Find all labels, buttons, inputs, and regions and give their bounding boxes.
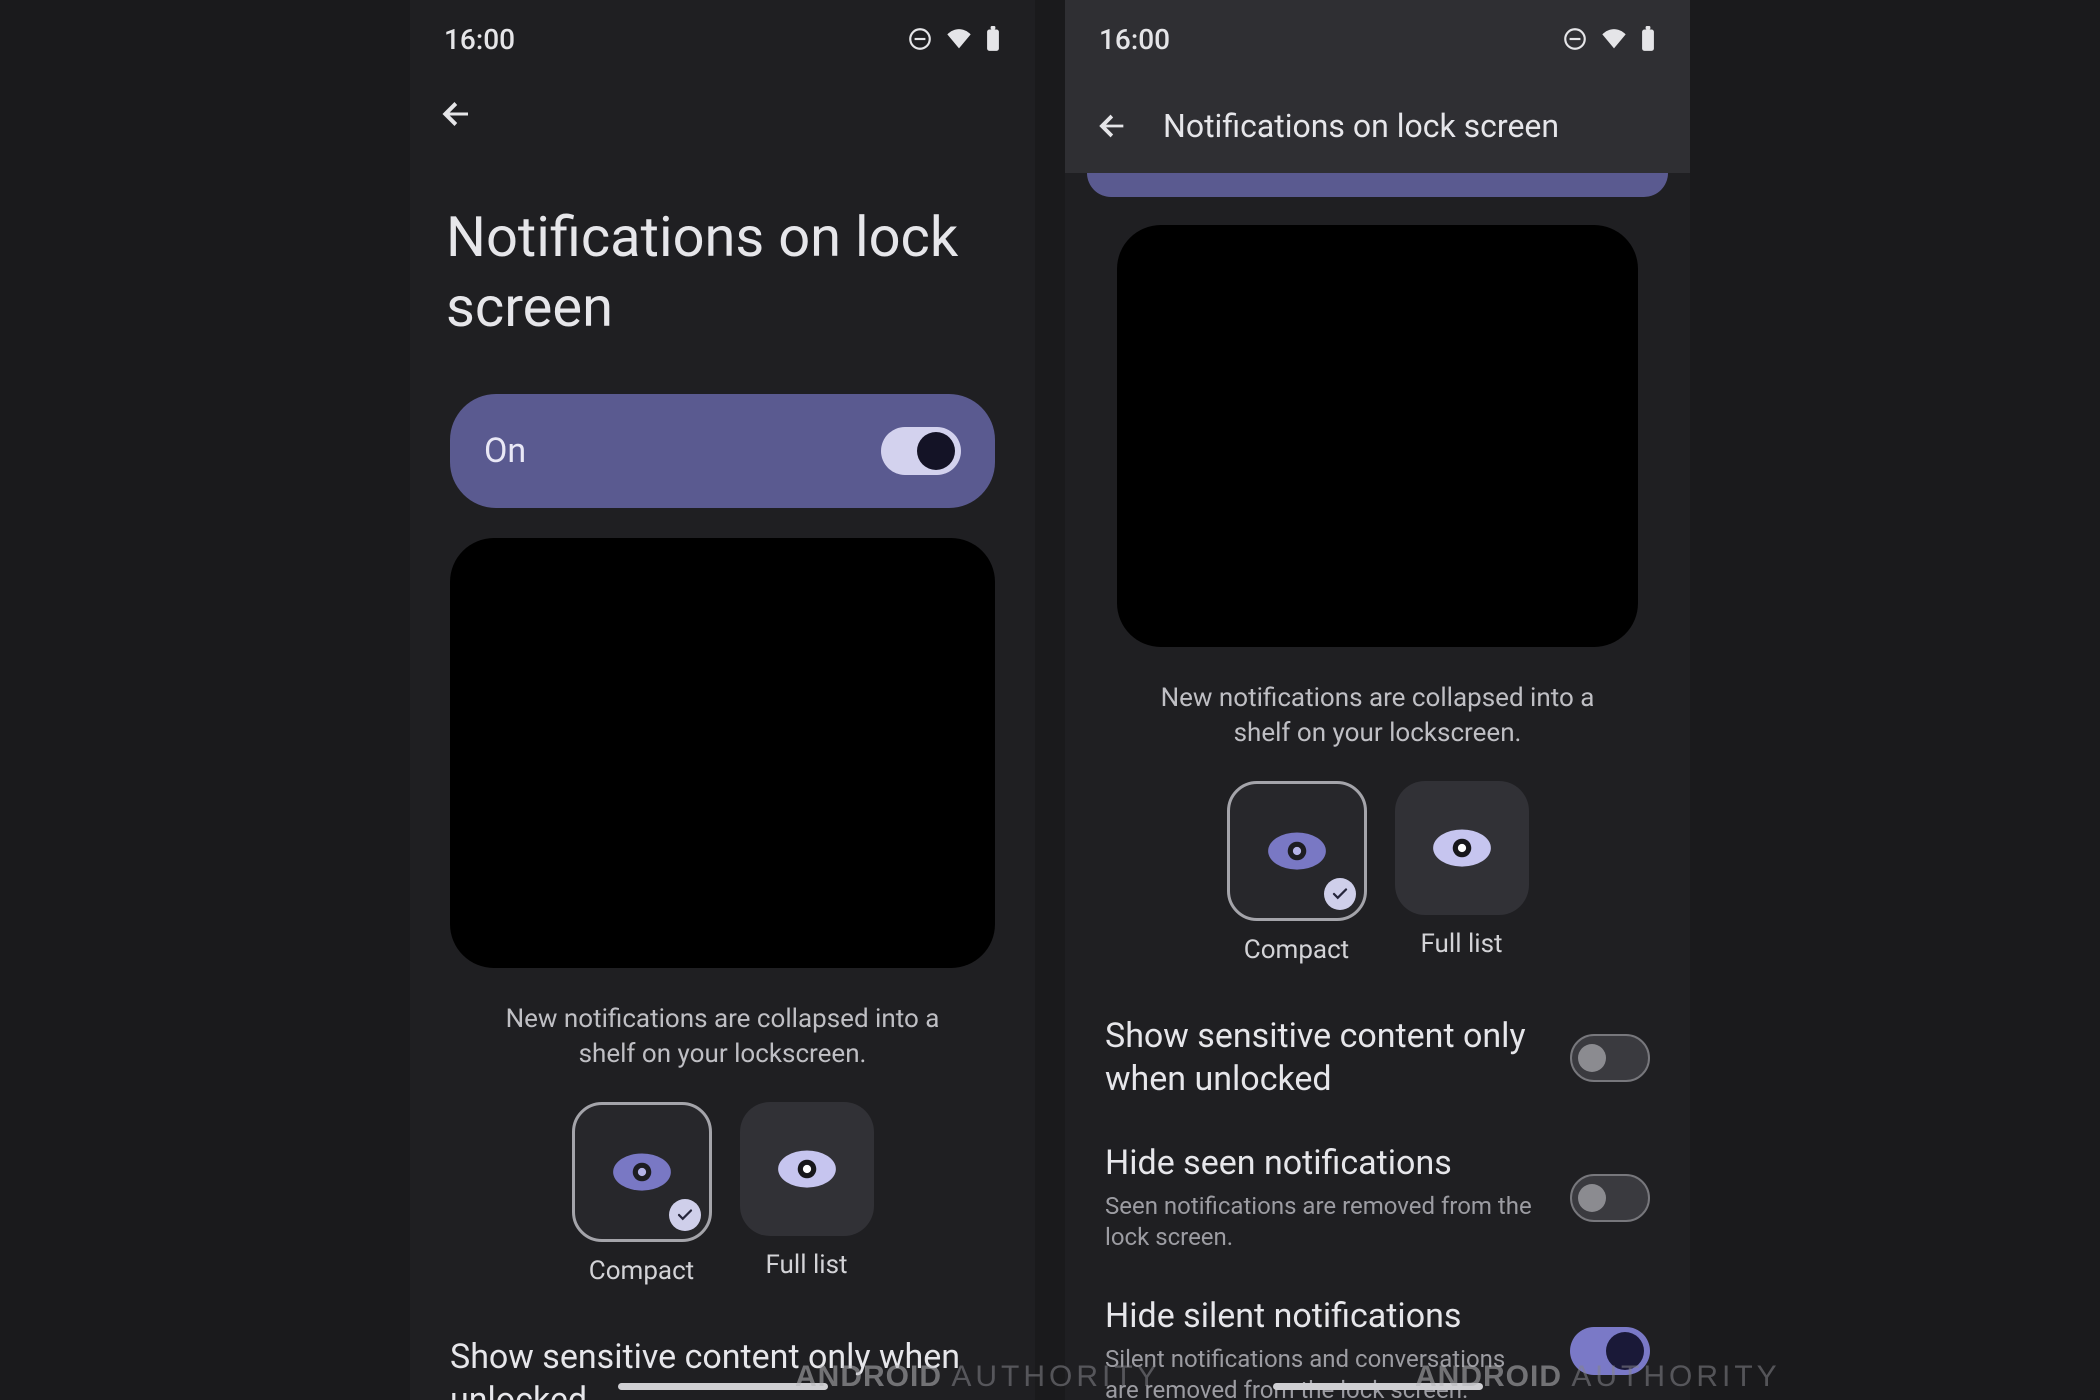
eye-icon (774, 1146, 840, 1192)
row-title: Hide seen notifications (1105, 1142, 1546, 1185)
status-time: 16:00 (444, 23, 515, 56)
phone-screen-collapsed: 16:00 Notifications on loc (1065, 0, 1690, 1400)
lockscreen-preview (1117, 225, 1638, 647)
lockscreen-preview (450, 538, 995, 968)
master-toggle-label: On (484, 431, 526, 471)
app-bar-title: Notifications on lock screen (1163, 107, 1559, 145)
phone-screen-expanded: 16:00 Notifications on lock screen (410, 0, 1035, 1400)
option-full-list[interactable] (1395, 781, 1529, 915)
check-icon (669, 1199, 701, 1231)
option-full-label: Full list (1395, 929, 1529, 959)
row-sensitive-content[interactable]: Show sensitive content only when unlocke… (1095, 995, 1660, 1122)
eye-closed-icon (609, 1149, 675, 1195)
toggle-switch[interactable] (1570, 1034, 1650, 1082)
page-title: Notifications on lock screen (410, 142, 1035, 382)
back-button[interactable] (438, 96, 474, 132)
master-toggle-switch[interactable] (881, 427, 961, 475)
master-toggle-row[interactable]: On (450, 394, 995, 508)
status-icons (1562, 26, 1656, 52)
check-icon (1324, 878, 1356, 910)
eye-icon (1429, 825, 1495, 871)
watermark: ANDROID AUTHORITY (1415, 1360, 1781, 1394)
row-title: Hide silent notifications (1105, 1295, 1546, 1338)
preview-caption: New notifications are collapsed into a s… (1095, 681, 1660, 781)
status-bar: 16:00 (1065, 0, 1690, 78)
layout-options: Compact Full list (440, 1102, 1005, 1316)
row-hide-seen[interactable]: Hide seen notifications Seen notificatio… (1095, 1122, 1660, 1275)
dnd-icon (1562, 26, 1588, 52)
row-subtitle: Seen notifications are removed from the … (1105, 1191, 1546, 1253)
toggle-switch[interactable] (1570, 1174, 1650, 1222)
back-button[interactable] (1095, 109, 1129, 143)
battery-icon (1640, 26, 1656, 52)
preview-caption: New notifications are collapsed into a s… (440, 1002, 1005, 1102)
eye-closed-icon (1264, 828, 1330, 874)
option-compact[interactable] (1227, 781, 1367, 921)
watermark: ANDROID AUTHORITY (795, 1360, 1161, 1394)
status-time: 16:00 (1099, 23, 1170, 56)
battery-icon (985, 26, 1001, 52)
option-compact-label: Compact (1227, 935, 1367, 965)
layout-options: Compact Full list (1095, 781, 1660, 995)
master-toggle-row[interactable] (1087, 173, 1668, 197)
wifi-icon (1600, 27, 1628, 51)
status-bar: 16:00 (410, 0, 1035, 78)
option-compact[interactable] (572, 1102, 712, 1242)
dnd-icon (907, 26, 933, 52)
app-bar: Notifications on lock screen (1065, 78, 1690, 173)
option-full-list[interactable] (740, 1102, 874, 1236)
row-title: Show sensitive content only when unlocke… (1105, 1015, 1546, 1100)
status-icons (907, 26, 1001, 52)
option-full-label: Full list (740, 1250, 874, 1280)
wifi-icon (945, 27, 973, 51)
option-compact-label: Compact (572, 1256, 712, 1286)
